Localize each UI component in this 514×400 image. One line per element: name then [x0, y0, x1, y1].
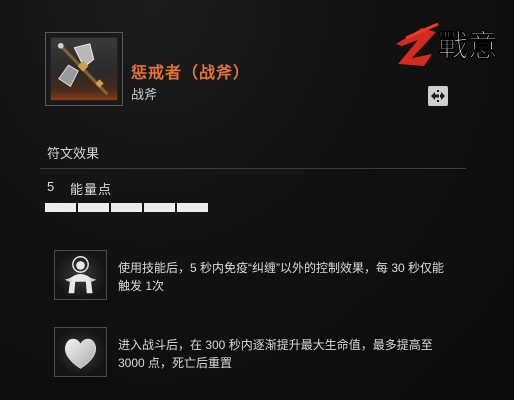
svg-text:戰意: 戰意 [438, 29, 496, 64]
rune-section-title: 符文效果 [47, 146, 100, 161]
energy-segment [45, 203, 76, 212]
effect-description: 使用技能后，5 秒内免疫“纠缠”以外的控制效果，每 30 秒仅能触发 1次 [118, 261, 445, 293]
figure-aura-icon[interactable] [54, 250, 107, 300]
energy-segment [144, 203, 175, 212]
battle-axe-icon [50, 37, 118, 101]
energy-bar [45, 203, 208, 212]
item-name: 惩戒者（战斧） [131, 65, 251, 82]
energy-label: 能量点 [70, 182, 113, 197]
energy-value: 5 [47, 179, 55, 194]
item-icon-frame[interactable] [45, 32, 123, 106]
section-divider [40, 168, 466, 169]
energy-segment [111, 203, 142, 212]
item-type: 战斧 [131, 87, 158, 102]
effect-description: 进入战斗后，在 300 秒内逐渐提升最大生命值，最多提高至 3000 点，死亡后… [118, 338, 433, 370]
energy-segment [78, 203, 109, 212]
energy-segment [177, 203, 208, 212]
swap-arrows-icon[interactable] [428, 86, 448, 106]
game-logo: 戰意 [396, 22, 496, 66]
heart-icon[interactable] [54, 327, 107, 377]
